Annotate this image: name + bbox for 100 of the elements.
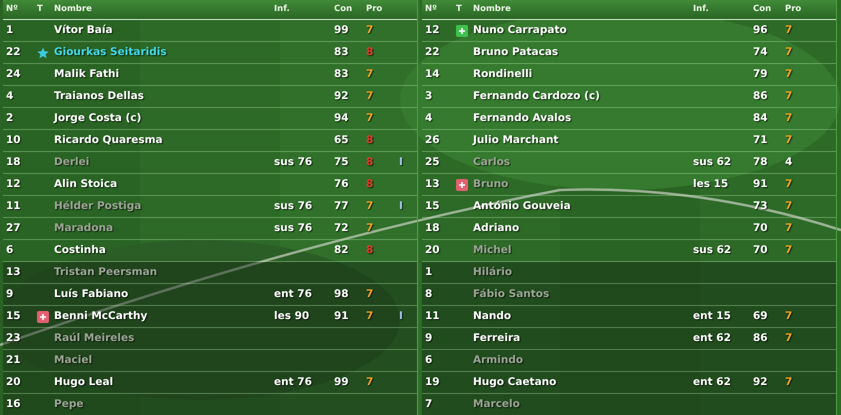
table-row[interactable]: 9 Luís Fabiano ent 76 98 7 [3,284,417,306]
table-row[interactable]: 15 Benni McCarthy les 90 91 7 I [3,306,417,328]
player-name: Rondinelli [472,66,532,82]
player-name: Benni McCarthy [53,308,148,324]
shirt-number: 26 [424,132,440,148]
table-row[interactable]: 1 Hilário [422,262,836,284]
rating-value: 7 [784,176,792,192]
table-row[interactable]: 22 Bruno Patacas 74 7 [422,42,836,64]
status-text: ent 76 [273,286,312,302]
rating-value: 7 [784,132,792,148]
player-name: Julio Marchant [471,132,558,148]
table-row[interactable]: 9 Ferreira ent 62 86 7 [422,328,836,350]
rating-value: 7 [784,374,792,390]
table-row[interactable]: 25 Carlos sus 62 78 4 [422,152,836,174]
table-row[interactable]: 16 Pepe [3,394,417,415]
table-row[interactable]: 14 Rondinelli 79 7 [422,64,836,86]
shirt-number: 4 [424,110,432,126]
table-row[interactable]: 18 Adriano 70 7 [422,218,836,240]
marker-text: I [398,154,403,170]
shirt-number: 18 [5,154,21,170]
table-row[interactable]: 15 António Gouveia 73 7 [422,196,836,218]
shirt-number: 8 [424,286,432,302]
shirt-number: 3 [424,88,432,104]
table-row[interactable]: 12 Nuno Carrapato 96 7 [422,20,836,42]
rating-value: 7 [784,220,792,236]
shirt-number: 24 [5,66,21,82]
table-row[interactable]: 22 Giourkas Seitaridis 83 8 [3,42,417,64]
name-header: Nombre [53,3,93,16]
condition-value: 84 [752,110,768,126]
rating-value: 7 [365,374,374,390]
rating-value: 7 [365,198,374,214]
rating-value: 8 [365,242,374,258]
condition-value: 91 [752,176,768,192]
player-name: Malik Fathi [53,66,120,82]
player-name: Raúl Meireles [53,330,134,346]
condition-value: 70 [752,220,768,236]
condition-value: 75 [333,154,349,170]
shirt-number: 13 [424,176,440,192]
player-name: Hugo Caetano [472,374,556,390]
rating-value: 7 [365,22,374,38]
player-name: Michel [472,242,512,258]
player-name: Marcelo [472,396,520,412]
table-row[interactable]: 27 Maradona sus 76 72 7 [3,218,417,240]
shirt-number: 13 [5,264,21,280]
condition-value: 92 [752,374,768,390]
shirt-number: 22 [5,44,21,60]
player-name: Pepe [53,396,84,412]
table-row[interactable]: 24 Malik Fathi 83 7 [3,64,417,86]
table-row[interactable]: 21 Maciel [3,350,417,372]
rating-value: 7 [784,308,792,324]
condition-value: 86 [752,88,768,104]
condition-value: 99 [333,374,349,390]
table-row[interactable]: 12 Alin Stoica 76 8 [3,174,417,196]
status-text: sus 76 [273,220,312,236]
condition-value: 69 [752,308,768,324]
table-row[interactable]: 13 Bruno les 15 91 7 [422,174,836,196]
rating-value: 7 [784,88,792,104]
table-row[interactable]: 20 Michel sus 62 70 7 [422,240,836,262]
status-text: ent 76 [273,374,312,390]
rating-value: 7 [365,110,374,126]
table-row[interactable]: 3 Fernando Cardozo (c) 86 7 [422,86,836,108]
shirt-number: 22 [424,44,440,60]
table-row[interactable]: 8 Fábio Santos [422,284,836,306]
status-text: les 90 [273,308,310,324]
shirt-number: 19 [424,374,440,390]
rating-value: 8 [365,132,374,148]
status-text: ent 62 [692,330,731,346]
table-row[interactable]: 20 Hugo Leal ent 76 99 7 [3,372,417,394]
condition-value: 98 [333,286,349,302]
table-row[interactable]: 11 Nando ent 15 69 7 [422,306,836,328]
table-row[interactable]: 13 Tristan Peersman [3,262,417,284]
shirt-number: 6 [5,242,14,258]
condition-value: 73 [752,198,768,214]
table-row[interactable]: 26 Julio Marchant 71 7 [422,130,836,152]
player-name: Maradona [53,220,114,236]
table-row[interactable]: 2 Jorge Costa (c) 94 7 [3,108,417,130]
condition-value: 65 [333,132,349,148]
shirt-number: 20 [5,374,21,390]
table-row[interactable]: 6 Costinha 82 8 [3,240,417,262]
table-row[interactable]: 19 Hugo Caetano ent 62 92 7 [422,372,836,394]
condition-value: 92 [333,88,349,104]
player-name: Hélder Postiga [53,198,142,214]
player-name: Vítor Baía [53,22,113,38]
status-text: sus 62 [692,154,732,170]
table-row[interactable]: 4 Traianos Dellas 92 7 [3,86,417,108]
table-row[interactable]: 23 Raúl Meireles [3,328,417,350]
condition-header: Con [333,3,354,16]
condition-value: 79 [752,66,768,82]
table-row[interactable]: 6 Armindo [422,350,836,372]
table-row[interactable]: 7 Marcelo [422,394,836,415]
rating-value: 7 [365,308,374,324]
player-name: Fábio Santos [472,286,550,302]
table-row[interactable]: 1 Vítor Baía 99 7 [3,20,417,42]
table-row[interactable]: 18 Derlei sus 76 75 8 I [3,152,417,174]
table-row[interactable]: 4 Fernando Avalos 84 7 [422,108,836,130]
condition-value: 96 [752,22,768,38]
player-name: Bruno [472,176,508,192]
table-row[interactable]: 11 Hélder Postiga sus 76 77 7 I [3,196,417,218]
rating-value: 7 [784,198,792,214]
table-row[interactable]: 10 Ricardo Quaresma 65 8 [3,130,417,152]
